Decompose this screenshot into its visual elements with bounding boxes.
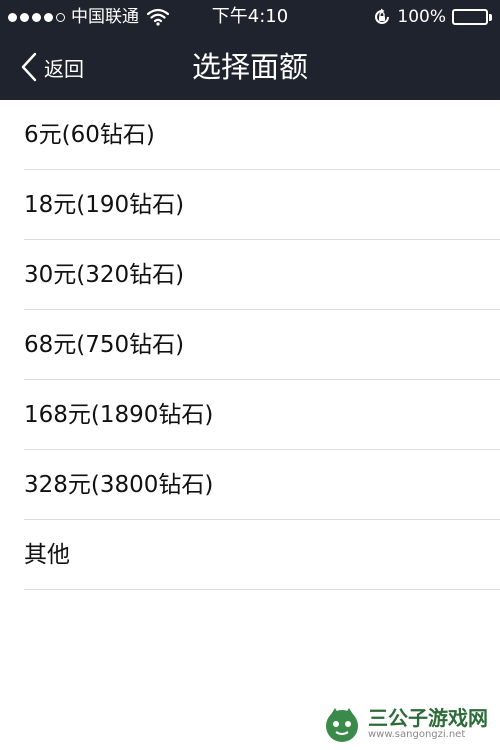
amount-option-168[interactable]: 168元(1890钻石)	[0, 380, 500, 450]
watermark-name: 三公子游戏网	[368, 706, 488, 730]
back-button[interactable]: 返回	[20, 48, 84, 86]
app-header: 中国联通 下午4:10 100% 选择面额 返回	[0, 0, 500, 100]
amount-option-label: 68元(750钻石)	[24, 332, 185, 358]
amount-option-other[interactable]: 其他	[0, 520, 500, 590]
divider	[24, 589, 500, 590]
nav-bar: 选择面额 返回	[0, 34, 500, 100]
amount-option-label: 168元(1890钻石)	[24, 402, 214, 428]
amount-option-68[interactable]: 68元(750钻石)	[0, 310, 500, 380]
battery-body	[452, 9, 488, 25]
back-chevron-icon	[21, 52, 37, 82]
amount-option-label: 6元(60钻石)	[24, 122, 155, 148]
battery-tip	[489, 13, 492, 21]
amount-option-label: 18元(190钻石)	[24, 192, 185, 218]
amount-option-328[interactable]: 328元(3800钻石)	[0, 450, 500, 520]
status-bar: 中国联通 下午4:10 100%	[0, 0, 500, 34]
amount-option-18[interactable]: 18元(190钻石)	[0, 170, 500, 240]
watermark-url: www.sangongzi.net	[368, 729, 466, 740]
amount-option-list: 6元(60钻石) 18元(190钻石) 30元(320钻石) 68元(750钻石…	[0, 100, 500, 590]
watermark-logo-icon	[326, 708, 358, 742]
site-watermark: 三公子游戏网 www.sangongzi.net	[322, 704, 488, 744]
rotation-lock-icon	[375, 8, 390, 24]
amount-option-label: 其他	[24, 542, 70, 568]
amount-option-6[interactable]: 6元(60钻石)	[0, 100, 500, 170]
back-button-label: 返回	[44, 56, 84, 81]
battery-icon	[452, 9, 492, 25]
amount-option-30[interactable]: 30元(320钻石)	[0, 240, 500, 310]
amount-option-label: 30元(320钻石)	[24, 262, 185, 288]
battery-percent: 100%	[397, 7, 446, 27]
amount-option-label: 328元(3800钻石)	[24, 472, 214, 498]
status-bar-right: 100%	[373, 0, 492, 34]
watermark-text: 三公子游戏网 www.sangongzi.net	[368, 707, 488, 741]
